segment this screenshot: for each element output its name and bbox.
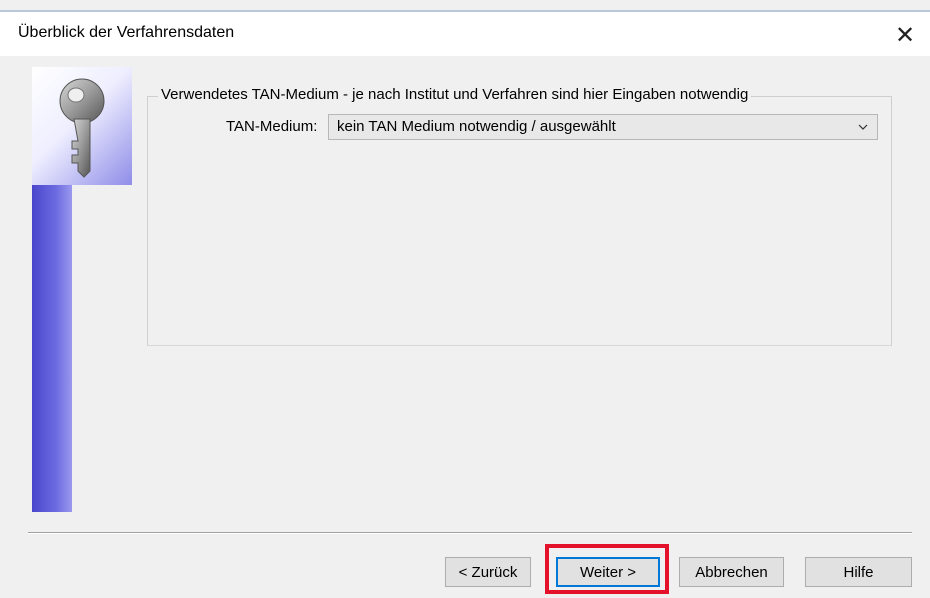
wizard-dialog: Überblick der Verfahrensdaten ✕ Verwende… [0,0,930,598]
close-button[interactable]: ✕ [892,21,918,49]
next-button[interactable]: Weiter > [556,557,660,587]
help-button[interactable]: Hilfe [805,557,912,587]
title-bar: Überblick der Verfahrensdaten ✕ [0,12,930,56]
chevron-down-icon [858,124,868,130]
close-icon: ✕ [894,21,916,49]
window-title: Überblick der Verfahrensdaten [18,24,235,41]
footer-separator [28,532,912,533]
key-icon [59,78,105,178]
cancel-button[interactable]: Abbrechen [679,557,784,587]
back-button[interactable]: < Zurück [445,557,531,587]
groupbox-legend: Verwendetes TAN-Medium - je nach Institu… [158,86,752,103]
tan-medium-selected-value: kein TAN Medium notwendig / ausgewählt [337,118,616,135]
key-banner [32,67,132,185]
tan-medium-select[interactable]: kein TAN Medium notwendig / ausgewählt [328,114,878,140]
tan-medium-label: TAN-Medium: [226,118,318,135]
